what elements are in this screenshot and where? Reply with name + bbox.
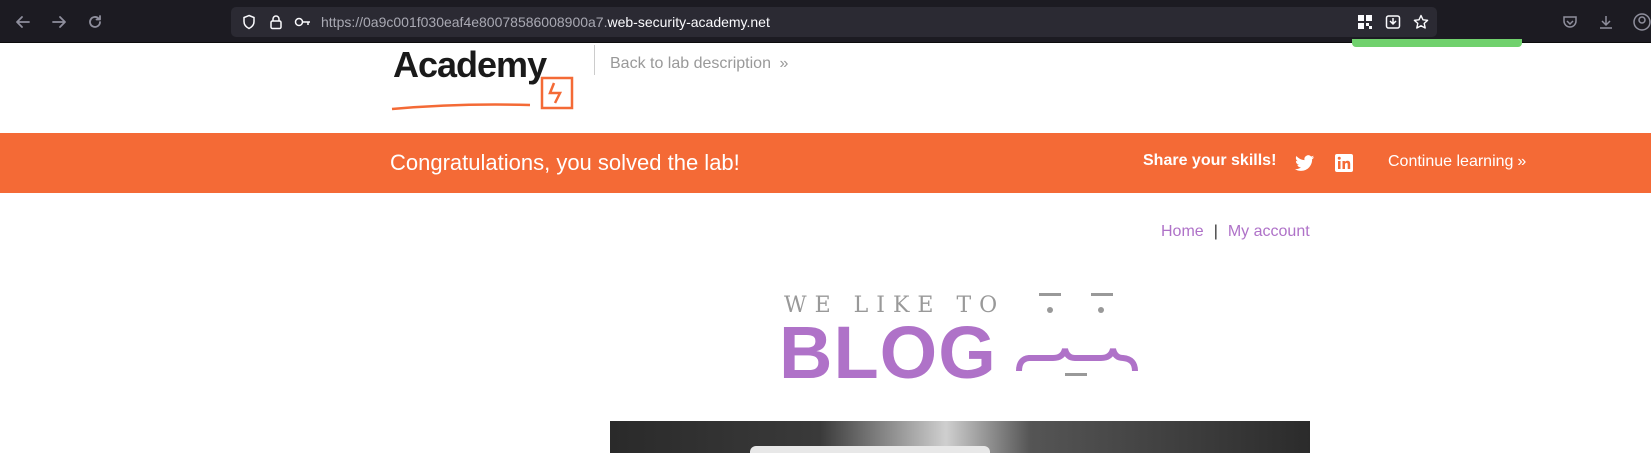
lab-status-button[interactable] xyxy=(1352,39,1522,47)
url-bar[interactable]: https://0a9c001f030eaf4e80078586008900a7… xyxy=(231,7,1437,37)
key-icon[interactable] xyxy=(293,13,313,31)
blog-title: BLOG xyxy=(779,311,997,394)
back-link-label: Back to lab description xyxy=(610,55,771,72)
pocket-icon[interactable] xyxy=(1561,13,1579,31)
star-icon[interactable] xyxy=(1412,13,1430,31)
back-to-lab-link[interactable]: Back to lab description » xyxy=(610,55,788,73)
download-icon[interactable] xyxy=(1597,13,1615,31)
reload-icon[interactable] xyxy=(82,9,108,35)
browser-toolbar: https://0a9c001f030eaf4e80078586008900a7… xyxy=(0,0,1651,43)
url-prefix: https://0a9c001f030eaf4e80078586008900a7… xyxy=(321,14,608,30)
blog-hero-image xyxy=(610,421,1310,453)
continue-learning-link[interactable]: Continue learning» xyxy=(1388,153,1526,171)
page-content: Academy Back to lab description » Congra… xyxy=(0,39,1651,453)
nav-separator: | xyxy=(1213,223,1218,240)
solved-message: Congratulations, you solved the lab! xyxy=(390,150,740,175)
solved-banner: Congratulations, you solved the lab! Sha… xyxy=(0,133,1651,193)
url-text[interactable]: https://0a9c001f030eaf4e80078586008900a7… xyxy=(321,14,770,30)
chevron-right-icon: » xyxy=(1517,153,1527,170)
back-icon[interactable] xyxy=(10,9,36,35)
chevron-right-icon: » xyxy=(779,55,789,72)
blog-face-icon xyxy=(1015,279,1140,384)
nav-my-account-link[interactable]: My account xyxy=(1228,223,1310,240)
url-domain: web-security-academy.net xyxy=(607,14,770,30)
share-label: Share your skills! xyxy=(1143,152,1277,169)
nav-home-link[interactable]: Home xyxy=(1161,223,1204,240)
header-divider xyxy=(594,45,595,75)
twitter-icon[interactable] xyxy=(1294,153,1316,173)
linkedin-icon[interactable] xyxy=(1334,153,1354,173)
account-icon[interactable] xyxy=(1633,13,1651,31)
shield-icon[interactable] xyxy=(240,13,258,31)
top-navigation: Home | My account xyxy=(1161,223,1310,241)
continue-learning-label: Continue learning xyxy=(1388,153,1514,170)
logo-swoosh-icon xyxy=(390,75,580,120)
hero-highlight xyxy=(750,446,990,453)
qr-icon[interactable] xyxy=(1356,13,1374,31)
lock-icon[interactable] xyxy=(267,13,285,31)
reader-icon[interactable] xyxy=(1384,13,1402,31)
forward-icon[interactable] xyxy=(46,9,72,35)
